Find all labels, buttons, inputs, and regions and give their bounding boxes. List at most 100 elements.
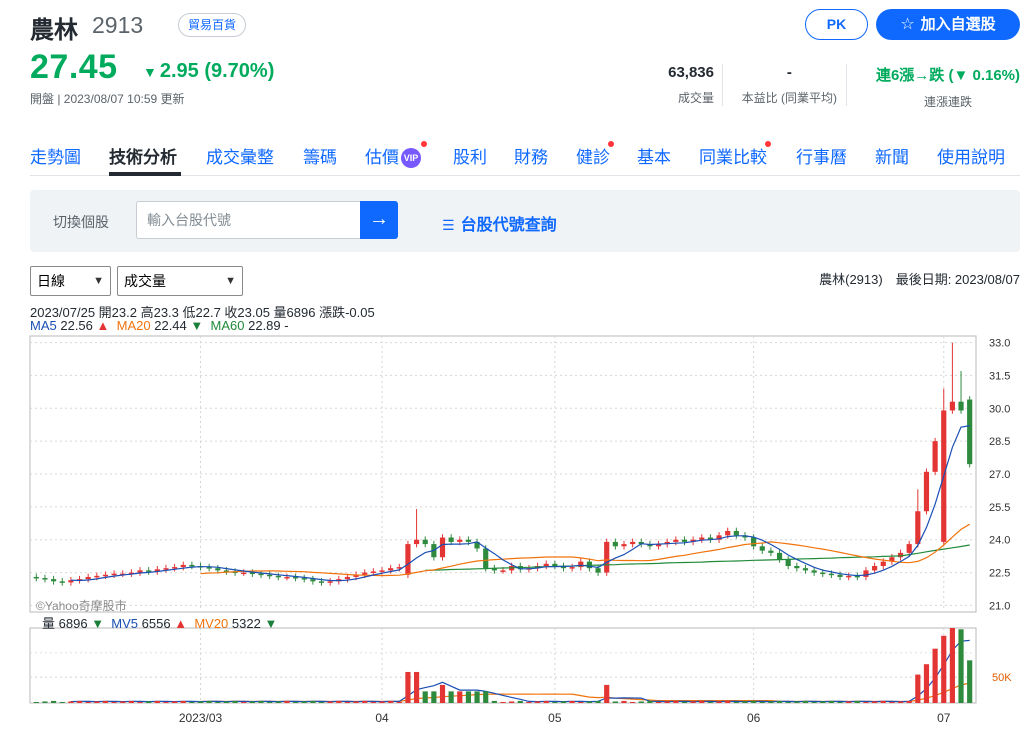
candle-body: [872, 566, 878, 571]
volume-bar: [811, 701, 817, 703]
candle-body: [949, 401, 955, 411]
volume-bar: [681, 701, 688, 703]
candle-body: [681, 539, 688, 542]
volume-bar: [534, 701, 541, 703]
volume-bar: [543, 700, 549, 703]
volume-bar: [586, 701, 593, 703]
volume-bar: [362, 700, 368, 703]
volume-bar: [794, 701, 800, 703]
price-tick-label: 31.5: [989, 370, 1010, 382]
volume-bar: [863, 701, 869, 703]
volume-bar: [163, 701, 169, 703]
candle-body: [543, 563, 549, 566]
volume-bar: [128, 700, 134, 703]
volume-bar: [85, 701, 91, 703]
volume-bar: [206, 700, 212, 703]
volume-bar: [552, 701, 558, 703]
volume-bar: [215, 701, 221, 703]
candle-body: [85, 576, 91, 580]
candle-body: [241, 572, 247, 575]
volume-bar: [638, 701, 644, 703]
volume-bar: [223, 701, 230, 703]
volume-bar: [690, 701, 696, 703]
candle-body: [457, 539, 463, 542]
mv20-trend: ▼: [264, 616, 278, 631]
volume-bar: [120, 701, 126, 703]
price-tick-label: 33.0: [989, 338, 1010, 350]
volume-bar: [336, 700, 342, 703]
candle-body: [448, 537, 454, 542]
candle-body: [189, 564, 195, 567]
volume-bar: [491, 700, 497, 703]
volume-bar: [949, 628, 955, 703]
candle-body: [500, 570, 506, 572]
candle-body: [751, 537, 757, 547]
volume-bar: [33, 701, 39, 703]
candle-body: [828, 573, 834, 576]
volume-bar: [448, 691, 454, 703]
volume-bar: [59, 701, 65, 703]
candle-body: [422, 539, 428, 545]
volume-bar: [932, 648, 938, 703]
candle-body: [327, 581, 333, 583]
candle-body: [958, 401, 964, 411]
volume-legend: 量 6896 ▼ MV5 6556 ▲ MV20 5322 ▼: [42, 613, 277, 632]
volume-bar: [742, 701, 748, 703]
volume-bar: [241, 701, 247, 703]
candle-body: [595, 568, 601, 573]
volume-bar: [655, 701, 662, 703]
volume-bar: [569, 700, 575, 703]
mv20-label: MV20: [194, 616, 229, 631]
volume-bar: [500, 701, 506, 703]
candle-body: [733, 530, 739, 536]
candle-body: [379, 570, 385, 572]
volume-bar: [630, 701, 636, 703]
mv5-label: MV5: [111, 616, 139, 631]
volume-bar: [146, 701, 152, 703]
candle-body: [439, 537, 446, 558]
volume-bar: [431, 691, 437, 703]
volume-bar: [189, 701, 195, 703]
mv5-trend: ▲: [174, 616, 188, 631]
volume-bar: [967, 660, 973, 703]
mv5-line: [70, 639, 970, 703]
volume-bar: [51, 700, 57, 703]
mv20-value: 5322: [231, 616, 261, 631]
volume-bar: [102, 700, 109, 703]
candle-body: [785, 559, 791, 566]
volume-bar: [595, 700, 601, 703]
volume-bar: [353, 701, 359, 703]
candle-body: [388, 568, 394, 571]
price-tick-label: 25.5: [989, 502, 1010, 514]
volume-bar: [275, 701, 281, 703]
time-tick-label: 06: [747, 711, 761, 725]
volume-bar: [776, 700, 783, 703]
candle-body: [465, 539, 472, 542]
watermark: ©Yahoo奇摩股市: [36, 599, 127, 613]
volume-bar: [284, 700, 290, 703]
candle-body: [699, 537, 705, 540]
volume-bar: [915, 674, 921, 703]
volume-bar: [344, 701, 351, 703]
ma60-line: [425, 544, 970, 571]
volume-bar: [526, 701, 532, 703]
volume-bar: [785, 701, 791, 703]
candle-body: [967, 399, 973, 465]
candle-body: [413, 539, 420, 545]
volume-bar: [327, 701, 333, 703]
candle-body: [725, 530, 731, 536]
candle-body: [776, 552, 783, 560]
candle-body: [621, 544, 627, 547]
volume-bar: [880, 700, 886, 703]
volume-bar: [405, 671, 411, 703]
volume-bar: [872, 701, 878, 703]
volume-bar: [759, 701, 765, 703]
volume-bar: [474, 691, 480, 703]
volume-bar: [828, 700, 834, 703]
vol-label: 量: [42, 616, 56, 631]
volume-bar: [172, 701, 178, 703]
volume-bar: [889, 701, 895, 703]
volume-bar: [604, 684, 610, 703]
candle-body: [932, 441, 938, 472]
volume-bar: [664, 701, 670, 703]
